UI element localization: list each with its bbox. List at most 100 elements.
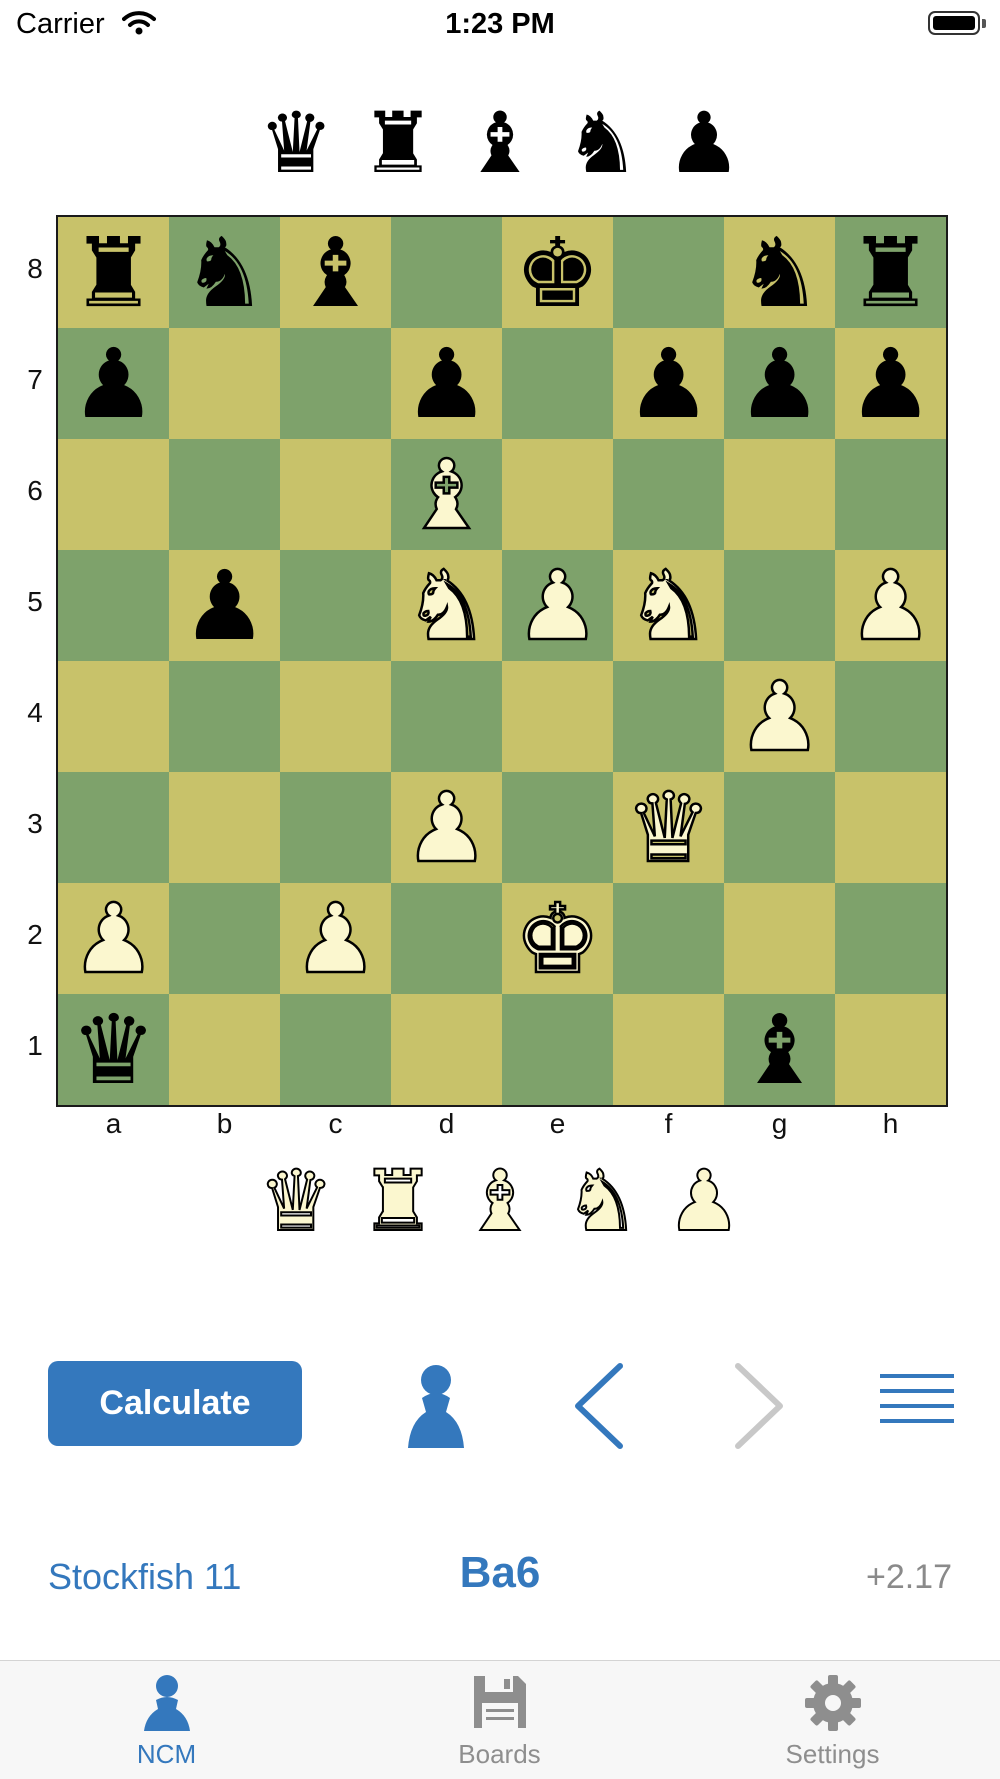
white-bishop-piece[interactable]: ♝ — [402, 445, 491, 544]
chess-board[interactable]: ♜ ♞ ♝ ♚ ♞ ♜ ♟ ♟ ♟ ♟ ♟ ♝ ♟ ♞ ♟ ♞ ♟ ♟ ♟ ♛ ♟ ♟ ♚ ♛ ♝ — [56, 215, 948, 1107]
square-a5[interactable] — [58, 550, 169, 661]
black-rook-piece[interactable]: ♜ — [847, 225, 933, 321]
square-e8[interactable]: ♚ — [502, 217, 613, 328]
side-to-move-button[interactable] — [396, 1360, 476, 1455]
square-b2[interactable] — [169, 883, 280, 994]
square-g3[interactable] — [724, 772, 835, 883]
file-label: e — [549, 1108, 566, 1139]
square-g1[interactable]: ♝ — [724, 994, 835, 1105]
calculate-button[interactable]: Calculate — [48, 1361, 302, 1446]
black-rook-piece[interactable]: ♜ — [70, 225, 156, 321]
black-king-piece[interactable]: ♚ — [514, 225, 600, 321]
square-e7[interactable] — [502, 328, 613, 439]
square-d8[interactable] — [391, 217, 502, 328]
square-c4[interactable] — [280, 661, 391, 772]
square-g4[interactable]: ♟ — [724, 661, 835, 772]
square-g5[interactable] — [724, 550, 835, 661]
square-d1[interactable] — [391, 994, 502, 1105]
black-pawn-piece[interactable]: ♟ — [847, 336, 933, 432]
square-e1[interactable] — [502, 994, 613, 1105]
black-knight-piece[interactable]: ♞ — [736, 225, 822, 321]
white-king-piece[interactable]: ♚ — [513, 889, 602, 988]
black-pawn-piece[interactable]: ♟ — [181, 558, 267, 654]
black-pawn-piece[interactable]: ♟ — [625, 336, 711, 432]
square-f2[interactable] — [613, 883, 724, 994]
tab-boards[interactable]: Boards — [333, 1661, 666, 1779]
battery-cap — [982, 19, 986, 28]
square-a2[interactable]: ♟ — [58, 883, 169, 994]
square-c8[interactable]: ♝ — [280, 217, 391, 328]
square-a4[interactable] — [58, 661, 169, 772]
square-e6[interactable] — [502, 439, 613, 550]
square-e5[interactable]: ♟ — [502, 550, 613, 661]
square-h7[interactable]: ♟ — [835, 328, 946, 439]
tab-ncm[interactable]: NCM — [0, 1661, 333, 1779]
square-e2[interactable]: ♚ — [502, 883, 613, 994]
black-pawn-piece[interactable]: ♟ — [736, 336, 822, 432]
square-a7[interactable]: ♟ — [58, 328, 169, 439]
back-button[interactable] — [566, 1358, 636, 1459]
white-pawn-piece[interactable]: ♟ — [402, 778, 491, 877]
menu-button[interactable] — [880, 1372, 954, 1431]
white-pawn-piece[interactable]: ♟ — [513, 556, 602, 655]
square-d3[interactable]: ♟ — [391, 772, 502, 883]
square-a8[interactable]: ♜ — [58, 217, 169, 328]
square-c3[interactable] — [280, 772, 391, 883]
square-h5[interactable]: ♟ — [835, 550, 946, 661]
square-g8[interactable]: ♞ — [724, 217, 835, 328]
square-d2[interactable] — [391, 883, 502, 994]
square-d5[interactable]: ♞ — [391, 550, 502, 661]
black-queen-piece[interactable]: ♛ — [70, 1002, 156, 1098]
square-a1[interactable]: ♛ — [58, 994, 169, 1105]
black-bishop-piece[interactable]: ♝ — [292, 225, 378, 321]
square-c6[interactable] — [280, 439, 391, 550]
square-b4[interactable] — [169, 661, 280, 772]
square-c2[interactable]: ♟ — [280, 883, 391, 994]
black-bishop-piece[interactable]: ♝ — [736, 1002, 822, 1098]
square-a3[interactable] — [58, 772, 169, 883]
square-f8[interactable] — [613, 217, 724, 328]
square-f6[interactable] — [613, 439, 724, 550]
white-pawn-piece[interactable]: ♟ — [846, 556, 935, 655]
square-c5[interactable] — [280, 550, 391, 661]
tab-settings[interactable]: Settings — [666, 1661, 999, 1779]
white-knight-piece[interactable]: ♞ — [624, 556, 713, 655]
square-b6[interactable] — [169, 439, 280, 550]
black-knight-piece[interactable]: ♞ — [181, 225, 267, 321]
black-pawn-piece[interactable]: ♟ — [70, 336, 156, 432]
square-f3[interactable]: ♛ — [613, 772, 724, 883]
square-g7[interactable]: ♟ — [724, 328, 835, 439]
square-f4[interactable] — [613, 661, 724, 772]
square-h4[interactable] — [835, 661, 946, 772]
square-b7[interactable] — [169, 328, 280, 439]
square-h1[interactable] — [835, 994, 946, 1105]
white-pawn-piece[interactable]: ♟ — [735, 667, 824, 766]
white-pawn-piece[interactable]: ♟ — [69, 889, 158, 988]
square-h2[interactable] — [835, 883, 946, 994]
square-h8[interactable]: ♜ — [835, 217, 946, 328]
square-h6[interactable] — [835, 439, 946, 550]
square-b5[interactable]: ♟ — [169, 550, 280, 661]
square-b3[interactable] — [169, 772, 280, 883]
square-f5[interactable]: ♞ — [613, 550, 724, 661]
square-a6[interactable] — [58, 439, 169, 550]
white-knight-piece[interactable]: ♞ — [402, 556, 491, 655]
square-b1[interactable] — [169, 994, 280, 1105]
square-e4[interactable] — [502, 661, 613, 772]
square-f7[interactable]: ♟ — [613, 328, 724, 439]
square-d4[interactable] — [391, 661, 502, 772]
square-f1[interactable] — [613, 994, 724, 1105]
square-c7[interactable] — [280, 328, 391, 439]
white-queen-piece[interactable]: ♛ — [624, 778, 713, 877]
square-b8[interactable]: ♞ — [169, 217, 280, 328]
forward-button[interactable] — [722, 1358, 792, 1459]
square-e3[interactable] — [502, 772, 613, 883]
square-h3[interactable] — [835, 772, 946, 883]
square-g6[interactable] — [724, 439, 835, 550]
white-pawn-piece[interactable]: ♟ — [291, 889, 380, 988]
square-d7[interactable]: ♟ — [391, 328, 502, 439]
square-d6[interactable]: ♝ — [391, 439, 502, 550]
square-g2[interactable] — [724, 883, 835, 994]
square-c1[interactable] — [280, 994, 391, 1105]
black-pawn-piece[interactable]: ♟ — [403, 336, 489, 432]
